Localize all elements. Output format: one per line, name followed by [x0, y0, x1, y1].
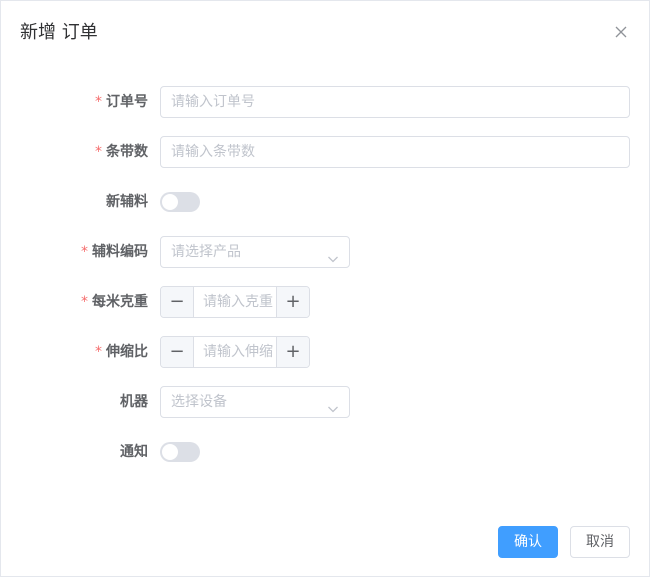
form-row-stretch-ratio: *伸缩比 − +	[1, 336, 650, 368]
form-row-order-no: * 订单号	[1, 86, 650, 118]
stretch-ratio-label-text: 伸缩比	[106, 344, 148, 360]
strip-count-label: * 条带数	[95, 136, 148, 168]
form-row-notify: 通知	[1, 436, 650, 468]
gram-per-meter-input[interactable]	[194, 287, 276, 317]
required-mark: *	[81, 244, 88, 260]
decrease-button[interactable]: −	[161, 287, 194, 317]
notify-label: 通知	[120, 444, 148, 460]
gram-per-meter-label: * 每米克重	[81, 286, 148, 318]
form-row-material-code: * 辅料编码 请选择产品	[1, 236, 650, 268]
machine-label: 机器	[120, 394, 148, 410]
machine-placeholder: 选择设备	[171, 394, 227, 410]
new-material-switch[interactable]	[160, 192, 200, 212]
required-mark: *	[95, 94, 102, 110]
order-no-label-text: 订单号	[106, 94, 148, 110]
order-no-label: * 订单号	[95, 86, 148, 118]
form-row-machine: 机器 选择设备	[1, 386, 650, 418]
material-code-label-text: 辅料编码	[92, 244, 148, 260]
chevron-down-icon	[327, 396, 339, 413]
close-icon[interactable]	[613, 24, 629, 40]
cancel-button[interactable]: 取消	[570, 526, 630, 558]
stretch-ratio-label: * 伸缩比	[95, 336, 148, 368]
new-order-dialog: 新增 订单 *订单号 *条带数 新辅料 *辅料编码 请选择产品	[0, 0, 650, 577]
required-mark: *	[95, 144, 102, 160]
new-material-label: 新辅料	[106, 194, 148, 210]
decrease-button[interactable]: −	[161, 337, 194, 367]
confirm-button[interactable]: 确认	[498, 526, 558, 558]
dialog-title: 新增 订单	[20, 22, 98, 43]
material-code-placeholder: 请选择产品	[171, 244, 241, 260]
material-code-label: * 辅料编码	[81, 236, 148, 268]
switch-knob	[162, 194, 178, 210]
switch-knob	[162, 444, 178, 460]
notify-switch[interactable]	[160, 442, 200, 462]
order-no-input[interactable]	[160, 86, 630, 118]
gram-per-meter-stepper: − +	[160, 286, 310, 318]
increase-button[interactable]: +	[276, 287, 309, 317]
chevron-down-icon	[327, 246, 339, 263]
increase-button[interactable]: +	[276, 337, 309, 367]
dialog-header: 新增 订单	[20, 20, 629, 48]
material-code-select[interactable]: 请选择产品	[160, 236, 350, 268]
stretch-ratio-stepper: − +	[160, 336, 310, 368]
gram-per-meter-label-text: 每米克重	[92, 294, 148, 310]
stretch-ratio-input[interactable]	[194, 337, 276, 367]
form-row-new-material: 新辅料	[1, 186, 650, 218]
machine-select[interactable]: 选择设备	[160, 386, 350, 418]
form-row-gram-per-meter: *每米克重 − +	[1, 286, 650, 318]
required-mark: *	[81, 294, 88, 310]
form-row-strip-count: * 条带数	[1, 136, 650, 168]
strip-count-input[interactable]	[160, 136, 630, 168]
required-mark: *	[95, 344, 102, 360]
strip-count-label-text: 条带数	[106, 144, 148, 160]
